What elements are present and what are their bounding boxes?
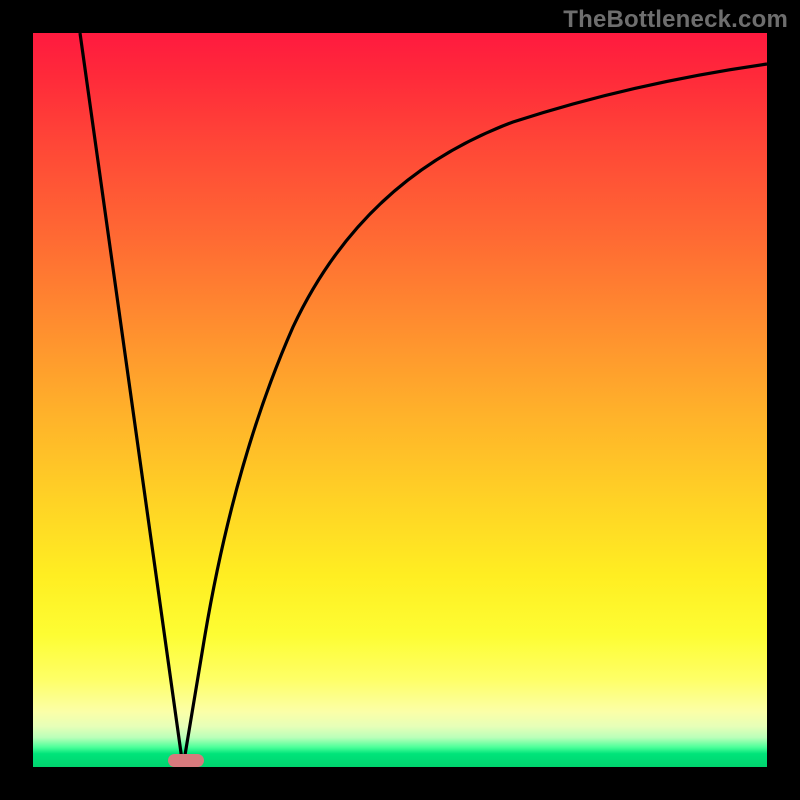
- curve-right-branch: [183, 64, 767, 767]
- watermark-text: TheBottleneck.com: [563, 6, 788, 34]
- plot-area: [33, 33, 767, 767]
- chart-frame: TheBottleneck.com: [0, 0, 800, 800]
- notch-marker: [168, 754, 204, 767]
- bottleneck-curve: [33, 33, 767, 767]
- curve-left-branch: [80, 33, 183, 767]
